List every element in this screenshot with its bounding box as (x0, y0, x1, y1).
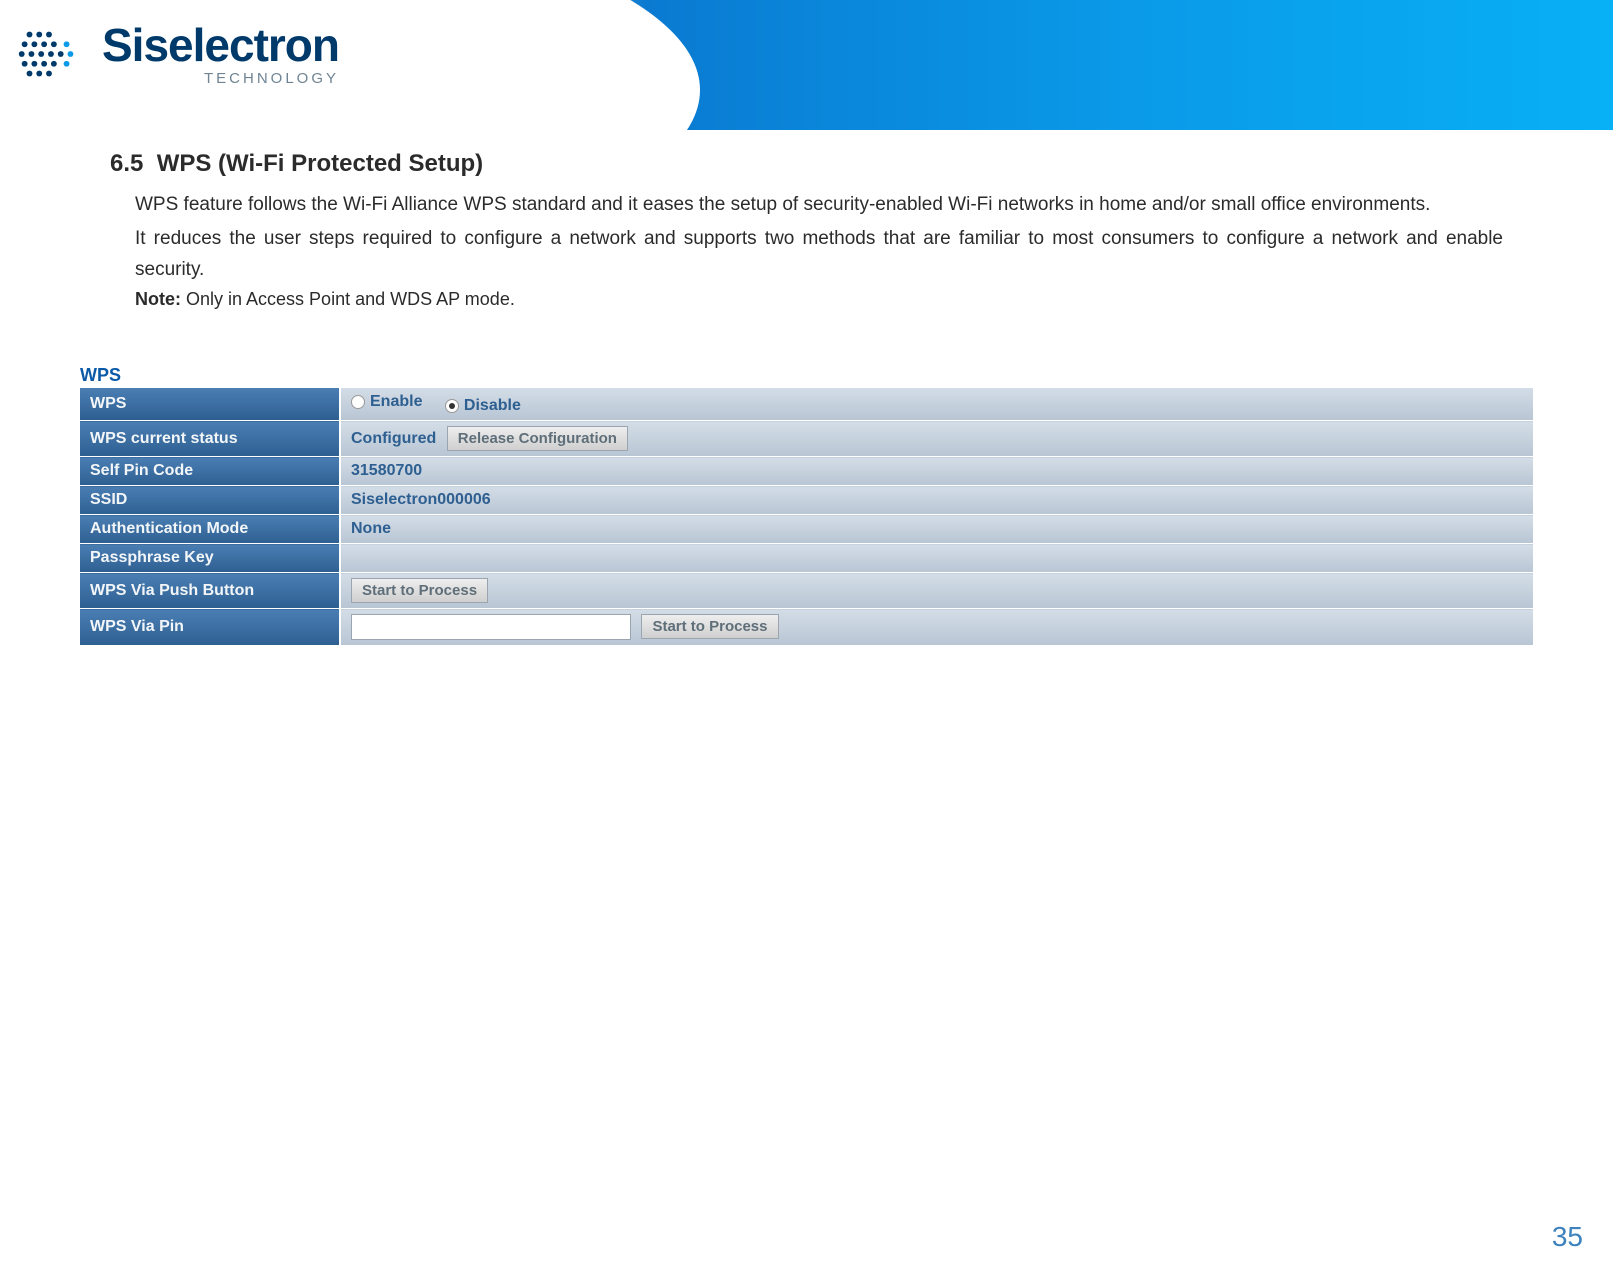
selfpin-value: 31580700 (340, 457, 1533, 486)
wps-panel-title: WPS (80, 365, 1533, 386)
auth-value: None (340, 515, 1533, 544)
push-button-label: WPS Via Push Button (80, 573, 340, 609)
logo-tagline: TECHNOLOGY (102, 70, 339, 87)
wps-disable-radio[interactable]: Disable (445, 397, 521, 415)
disable-label: Disable (464, 397, 521, 415)
passphrase-label: Passphrase Key (80, 544, 340, 573)
status-text: Configured (351, 430, 436, 447)
section-paragraph-2: It reduces the user steps required to co… (135, 224, 1503, 285)
section-title: WPS (Wi-Fi Protected Setup) (157, 150, 483, 177)
table-row: SSID Siselectron000006 (80, 486, 1533, 515)
radio-icon (445, 399, 459, 413)
wps-table: WPS Enable Disable WPS current status Co… (80, 388, 1533, 646)
table-row: WPS Via Push Button Start to Process (80, 573, 1533, 609)
start-process-push-button[interactable]: Start to Process (351, 578, 488, 603)
table-row: Self Pin Code 31580700 (80, 457, 1533, 486)
enable-label: Enable (370, 393, 422, 411)
note-label: Note: (135, 289, 181, 309)
wps-row-label: WPS (80, 388, 340, 421)
note-text: Only in Access Point and WDS AP mode. (181, 289, 515, 309)
pin-label: WPS Via Pin (80, 609, 340, 646)
table-row: WPS Enable Disable (80, 388, 1533, 421)
table-row: Passphrase Key (80, 544, 1533, 573)
table-row: WPS current status Configured Release Co… (80, 421, 1533, 457)
logo-text: Siselectron TECHNOLOGY (102, 22, 339, 87)
wps-panel: WPS WPS Enable Disable WPS current statu… (80, 365, 1533, 646)
wps-status-value: Configured Release Configuration (340, 421, 1533, 457)
selfpin-label: Self Pin Code (80, 457, 340, 486)
release-configuration-button[interactable]: Release Configuration (447, 426, 628, 451)
table-row: Authentication Mode None (80, 515, 1533, 544)
wps-pin-input[interactable] (351, 614, 631, 640)
section-heading: 6.5 WPS (Wi-Fi Protected Setup) (110, 150, 1503, 178)
start-process-pin-button[interactable]: Start to Process (641, 614, 778, 639)
push-button-value: Start to Process (340, 573, 1533, 609)
ssid-label: SSID (80, 486, 340, 515)
wps-enable-radio[interactable]: Enable (351, 393, 422, 411)
radio-icon (351, 395, 365, 409)
table-row: WPS Via Pin Start to Process (80, 609, 1533, 646)
wps-status-label: WPS current status (80, 421, 340, 457)
page-number: 35 (1552, 1221, 1583, 1253)
section-paragraph-1: WPS feature follows the Wi-Fi Alliance W… (135, 190, 1503, 220)
logo-brand: Siselectron (102, 22, 339, 68)
passphrase-value (340, 544, 1533, 573)
section-number: 6.5 (110, 150, 143, 177)
wps-row-value: Enable Disable (340, 388, 1533, 421)
logo: Siselectron TECHNOLOGY (10, 15, 339, 93)
ssid-value: Siselectron000006 (340, 486, 1533, 515)
logo-mark-icon (10, 15, 88, 93)
header-band: Siselectron TECHNOLOGY (0, 0, 1613, 130)
auth-label: Authentication Mode (80, 515, 340, 544)
section-note: Note: Only in Access Point and WDS AP mo… (135, 289, 1503, 310)
pin-value: Start to Process (340, 609, 1533, 646)
content-area: 6.5 WPS (Wi-Fi Protected Setup) WPS feat… (0, 130, 1613, 310)
